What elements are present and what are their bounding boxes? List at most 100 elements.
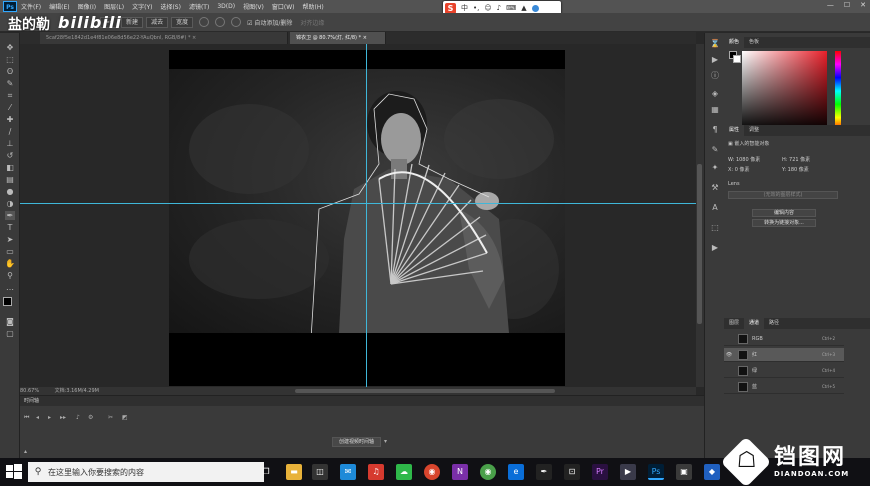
color-picker-field[interactable] xyxy=(742,51,827,131)
first-frame-icon[interactable]: ⏮ xyxy=(24,414,31,421)
tab-channels[interactable]: 通道 xyxy=(744,318,765,329)
height-field[interactable]: H: 721 像素 xyxy=(782,156,810,163)
path-select-tool-icon[interactable]: ➤ xyxy=(5,235,15,244)
zoom-tool-icon[interactable]: ⚲ xyxy=(5,271,15,280)
taskbar-search-box[interactable]: ⚲ 在这里输入你要搜索的内容 xyxy=(28,462,264,482)
horizontal-scroll-thumb[interactable] xyxy=(295,389,555,393)
styles-icon[interactable]: ▦ xyxy=(710,105,720,115)
auto-add-checkbox[interactable]: ☑ 自动添加/删除 xyxy=(247,18,292,27)
actions-icon[interactable]: ▶ xyxy=(710,55,720,65)
type-tool-icon[interactable]: T xyxy=(5,223,15,232)
bg-color-chip[interactable] xyxy=(733,55,741,63)
y-field[interactable]: Y: 180 像素 xyxy=(782,166,809,173)
menu-window[interactable]: 窗口(W) xyxy=(272,2,295,11)
x-field[interactable]: X: 0 像素 xyxy=(728,166,750,173)
mail-icon[interactable]: ✉ xyxy=(340,464,356,480)
menu-layer[interactable]: 图层(L) xyxy=(104,2,124,11)
zoom-level[interactable]: 80.67% xyxy=(20,388,39,394)
screen-mode-icon[interactable]: ▢ xyxy=(5,329,15,338)
eraser-tool-icon[interactable]: ◧ xyxy=(5,163,15,172)
y-value[interactable]: 180 像素 xyxy=(788,167,809,173)
netease-music-icon[interactable]: ♫ xyxy=(368,464,384,480)
channel-row-rgb[interactable]: RGB Ctrl+2 xyxy=(724,332,844,346)
quick-mask-icon[interactable]: ◙ xyxy=(5,317,15,326)
align-edges-checkbox[interactable]: 对齐边缘 xyxy=(300,18,324,27)
channel-row-red[interactable]: 👁 红 Ctrl+3 xyxy=(724,348,844,362)
blur-tool-icon[interactable]: ● xyxy=(5,187,15,196)
tab-color[interactable]: 颜色 xyxy=(724,37,745,48)
horizontal-guide[interactable] xyxy=(20,203,696,204)
eye-icon[interactable]: 👁 xyxy=(724,352,734,358)
edit-contents-button[interactable]: 编辑内容 xyxy=(752,209,816,217)
w-value[interactable]: 1080 像素 xyxy=(736,157,760,163)
eyedropper-tool-icon[interactable]: ⁄ xyxy=(5,103,15,112)
close-icon[interactable]: ✕ xyxy=(860,1,866,9)
history-icon[interactable]: ⌛ xyxy=(710,39,720,49)
x-value[interactable]: 0 像素 xyxy=(735,167,750,173)
settings-icon[interactable] xyxy=(531,4,539,12)
menu-select[interactable]: 选择(S) xyxy=(160,2,181,11)
lasso-tool-icon[interactable]: ʘ xyxy=(5,67,15,76)
3d-icon[interactable]: ◈ xyxy=(710,89,720,99)
h-value[interactable]: 721 像素 xyxy=(789,157,810,163)
tab-properties[interactable]: 属性 xyxy=(724,125,745,136)
onenote-icon[interactable]: N xyxy=(452,464,468,480)
menu-type[interactable]: 文字(Y) xyxy=(132,2,152,11)
tab-document-2[interactable]: 锦衣卫 @ 80.7%(灯, 红/8) * × xyxy=(290,32,386,44)
character-icon[interactable]: A xyxy=(710,203,720,213)
move-tool-icon[interactable]: ✥ xyxy=(5,43,15,52)
skin-icon[interactable]: ▲ xyxy=(521,4,526,12)
clone-tool-icon[interactable]: ⊥ xyxy=(5,139,15,148)
path-align-icon[interactable] xyxy=(215,17,226,27)
tab-document-1[interactable]: 5caf28f5e1842d1e4f81e06e8d56e22-YAuQbnl,… xyxy=(40,32,288,44)
menu-filter[interactable]: 滤镜(T) xyxy=(189,2,209,11)
tab-layers[interactable]: 图层 xyxy=(724,318,744,329)
gradient-tool-icon[interactable]: ▤ xyxy=(5,175,15,184)
mic-icon[interactable]: ♪ xyxy=(497,4,501,12)
emoji-icon[interactable]: ☺ xyxy=(484,4,491,12)
create-video-timeline-button[interactable]: 创建视频时间轴 xyxy=(332,437,382,447)
minimize-icon[interactable]: — xyxy=(827,1,834,9)
info-icon[interactable]: ⓘ xyxy=(710,71,720,81)
clone-source-icon[interactable]: ✦ xyxy=(710,163,720,173)
settings-icon[interactable]: ⚙ xyxy=(88,414,95,421)
task-view-icon[interactable]: ❐ xyxy=(258,464,274,480)
photoshop-taskbar-icon[interactable]: Ps xyxy=(648,464,664,480)
file-explorer-icon[interactable]: ▬ xyxy=(286,464,302,480)
dodge-tool-icon[interactable]: ◑ xyxy=(5,199,15,208)
timeline-toggle-icon[interactable]: ▶ xyxy=(710,243,720,253)
layer-comp-select[interactable]: (无效的图层样式) xyxy=(728,191,838,199)
brush-presets-icon[interactable]: ✎ xyxy=(710,145,720,155)
width-field[interactable]: W: 1080 像素 xyxy=(728,156,760,163)
capture-app-icon[interactable]: ⊡ xyxy=(564,464,580,480)
horizontal-scrollbar[interactable] xyxy=(20,387,696,395)
new-button[interactable]: 新建 xyxy=(121,16,144,28)
more-tools-icon[interactable]: … xyxy=(5,283,15,292)
wechat-icon[interactable]: ☁ xyxy=(396,464,412,480)
healing-tool-icon[interactable]: ✚ xyxy=(5,115,15,124)
menu-image[interactable]: 图像(I) xyxy=(78,2,96,11)
keyboard-icon[interactable]: ⌨ xyxy=(506,4,516,12)
path-ops-icon[interactable] xyxy=(199,17,210,27)
subtract-button[interactable]: 减去 xyxy=(146,16,169,28)
store-icon[interactable]: ◫ xyxy=(312,464,328,480)
photos-icon[interactable]: ▣ xyxy=(676,464,692,480)
chrome-alt-icon[interactable]: ◉ xyxy=(480,464,496,480)
channel-row-green[interactable]: 绿 Ctrl+4 xyxy=(724,364,844,378)
pen-app-icon[interactable]: ✒ xyxy=(536,464,552,480)
marquee-tool-icon[interactable]: ⬚ xyxy=(5,55,15,64)
shape-tool-icon[interactable]: ▭ xyxy=(5,247,15,256)
tab-swatches[interactable]: 色板 xyxy=(744,37,764,48)
chrome-icon[interactable]: ◉ xyxy=(424,464,440,480)
swatches-icon[interactable]: ⬚ xyxy=(710,223,720,233)
crop-tool-icon[interactable]: ⌗ xyxy=(5,91,15,100)
menu-edit[interactable]: 编辑(E) xyxy=(49,2,69,11)
vertical-guide[interactable] xyxy=(366,44,367,387)
sogou-icon[interactable]: S xyxy=(445,2,456,14)
quick-select-tool-icon[interactable]: ✎ xyxy=(5,79,15,88)
ime-mode[interactable]: 中 xyxy=(461,3,468,13)
edge-icon[interactable]: e xyxy=(508,464,524,480)
width-button[interactable]: 宽度 xyxy=(171,16,194,28)
brush-tool-icon[interactable]: ∕ xyxy=(5,127,15,136)
prev-frame-icon[interactable]: ◂ xyxy=(36,414,43,421)
